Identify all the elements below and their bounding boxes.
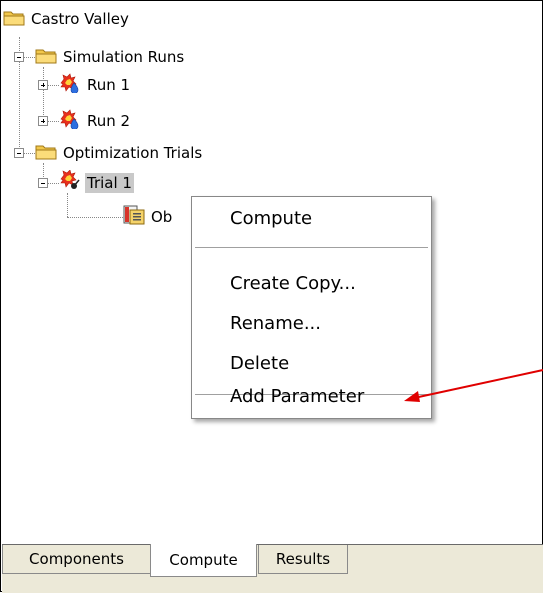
menu-item-delete[interactable]: Delete: [230, 350, 289, 378]
menu-separator: [195, 247, 428, 248]
expand-run-2-toggle[interactable]: [38, 116, 48, 126]
compute-panel: Castro Valley Simulation Runs Run 1 Run …: [0, 0, 543, 593]
simulation-run-icon: [59, 109, 81, 133]
tree-line: [67, 193, 68, 217]
folder-icon: [35, 143, 57, 164]
tab-compute[interactable]: Compute: [150, 544, 257, 577]
tree-item-castro-valley[interactable]: Castro Valley: [3, 8, 131, 30]
folder-icon: [35, 47, 57, 68]
tree-item-run-2[interactable]: Run 2: [59, 109, 132, 133]
tab-results[interactable]: Results: [258, 545, 348, 574]
collapse-optimization-trials-toggle[interactable]: [14, 148, 24, 158]
tree-line: [67, 217, 123, 218]
tree-item-trial-1[interactable]: Trial 1: [59, 169, 134, 196]
objective-icon: [123, 205, 145, 229]
menu-item-add-parameter[interactable]: Add Parameter: [230, 383, 364, 411]
tree-item-run-1[interactable]: Run 1: [59, 73, 132, 97]
menu-item-compute[interactable]: Compute: [230, 205, 312, 233]
tree-item-label: Trial 1: [85, 173, 134, 193]
tree-item-label: Ob: [151, 208, 173, 226]
annotation-arrow-head: [404, 391, 420, 402]
collapse-simulation-runs-toggle[interactable]: [14, 52, 24, 62]
tree-item-label: Run 2: [87, 112, 131, 130]
tree-item-label: Optimization Trials: [63, 144, 203, 162]
annotation-arrow-shaft: [413, 369, 543, 399]
tree-item-label: Run 1: [87, 76, 131, 94]
tree-item-optimization-trials[interactable]: Optimization Trials: [35, 142, 204, 164]
tab-strip: Components Compute Results: [2, 544, 543, 593]
folder-icon: [3, 9, 25, 30]
menu-item-rename[interactable]: Rename...: [230, 310, 321, 338]
expand-run-1-toggle[interactable]: [38, 80, 48, 90]
tree-item-objective[interactable]: Ob: [123, 205, 174, 229]
tree-item-simulation-runs[interactable]: Simulation Runs: [35, 46, 186, 68]
collapse-trial-1-toggle[interactable]: [38, 178, 48, 188]
tree-line: [43, 67, 44, 123]
menu-item-create-copy[interactable]: Create Copy...: [230, 270, 356, 298]
tree-item-label: Simulation Runs: [63, 48, 185, 66]
tree-item-label: Castro Valley: [31, 10, 129, 28]
simulation-run-icon: [59, 73, 81, 97]
annotation-arrow: [404, 369, 543, 402]
optimization-trial-icon: [59, 169, 81, 196]
tab-components[interactable]: Components: [2, 545, 151, 574]
